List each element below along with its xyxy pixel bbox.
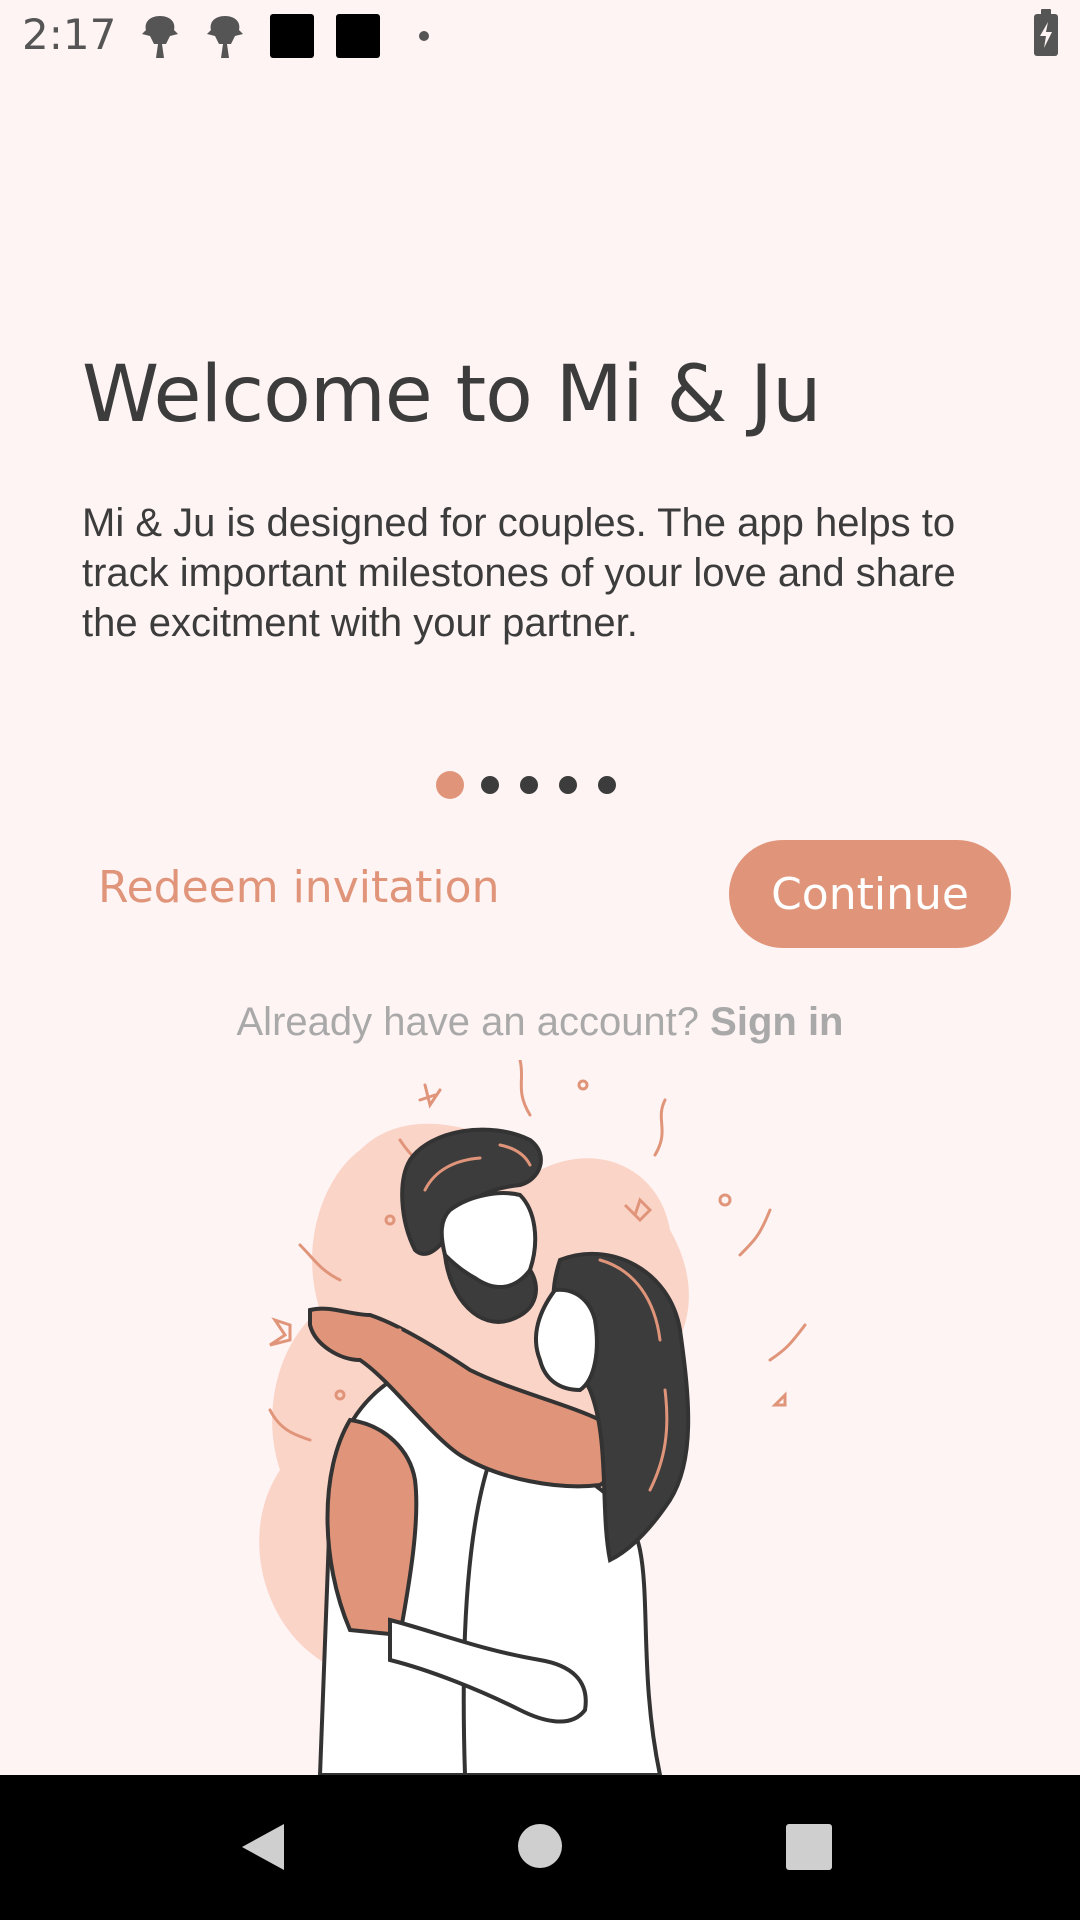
sign-in-link[interactable]: Sign in [710, 1000, 843, 1044]
notification-icon [140, 14, 180, 65]
page-dot [481, 776, 499, 794]
page-title: Welcome to Mi & Ju [82, 350, 822, 440]
recents-icon[interactable] [786, 1824, 832, 1870]
signin-prompt-line: Already have an account? Sign in [0, 1000, 1080, 1045]
signin-prompt: Already have an account? [236, 1000, 700, 1044]
battery-charging-icon [1034, 9, 1058, 56]
page-dot [520, 776, 538, 794]
page-dot [598, 776, 616, 794]
system-nav-bar [0, 1775, 1080, 1920]
redeem-invitation-button[interactable]: Redeem invitation [98, 862, 499, 913]
status-bar: 2:17 [0, 0, 1080, 72]
onboarding-description: Mi & Ju is designed for couples. The app… [82, 501, 956, 645]
page-dot [559, 776, 577, 794]
app-square-icon [336, 14, 380, 58]
dot-icon [419, 31, 429, 41]
back-icon[interactable] [240, 1822, 286, 1877]
home-icon[interactable] [518, 1824, 562, 1868]
status-time: 2:17 [22, 10, 117, 59]
page-indicator [436, 770, 637, 800]
continue-button[interactable]: Continue [729, 840, 1011, 948]
couple-illustration [240, 1058, 860, 1777]
app-square-icon [270, 14, 314, 58]
page-dot-active [436, 771, 464, 799]
notification-icon [205, 14, 245, 65]
